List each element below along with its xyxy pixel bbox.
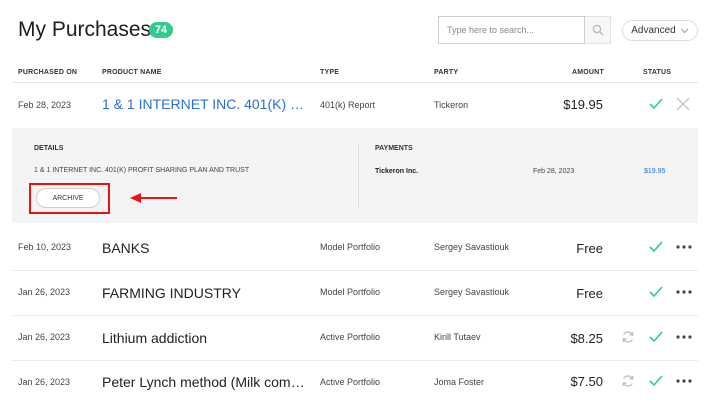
column-header-amount[interactable]: AMOUNT — [572, 69, 604, 76]
advanced-label: Advanced — [631, 25, 676, 36]
column-header-purchased-on[interactable]: PURCHASED ON — [18, 69, 77, 76]
row-date: Jan 26, 2023 — [18, 287, 71, 297]
row-party: Joma Foster — [434, 377, 485, 387]
row-date: Feb 10, 2023 — [18, 242, 72, 252]
row-party: Sergey Savastiouk — [434, 287, 510, 297]
more-options-icon[interactable] — [676, 379, 692, 383]
chevron-down-icon — [680, 28, 689, 33]
row-product-link[interactable]: 1 & 1 INTERNET INC. 401(K) PRO... — [102, 96, 312, 112]
annotation-arrow-icon — [130, 193, 177, 203]
row-type: Model Portfolio — [320, 287, 381, 297]
search-input[interactable] — [438, 16, 585, 44]
row-date: Feb 28, 2023 — [18, 100, 72, 110]
page-title: My Purchases — [18, 18, 152, 41]
search-button[interactable] — [585, 16, 611, 44]
row-amount: $19.95 — [563, 97, 603, 112]
check-icon — [649, 375, 663, 387]
check-icon — [649, 331, 663, 343]
row-party: Kirill Tutaev — [434, 332, 481, 342]
table-row[interactable]: Feb 10, 2023 BANKS Model Portfolio Serge… — [12, 225, 698, 270]
row-product-name[interactable]: Peter Lynch method (Milk compa... — [102, 374, 312, 390]
column-header-type[interactable]: TYPE — [320, 69, 339, 76]
refresh-icon[interactable] — [621, 330, 635, 344]
advanced-filter-button[interactable]: Advanced — [622, 20, 698, 41]
row-party: Sergey Savastiouk — [434, 242, 510, 252]
row-amount: Free — [576, 241, 603, 256]
payment-payee: Tickeron Inc. — [375, 168, 419, 175]
table-row[interactable]: Jan 26, 2023 FARMING INDUSTRY Model Port… — [12, 270, 698, 315]
payment-amount-link[interactable]: $19.95 — [644, 168, 665, 175]
table-row[interactable]: Jan 26, 2023 Peter Lynch method (Milk co… — [12, 360, 698, 405]
payments-label: PAYMENTS — [375, 145, 413, 152]
details-label: DETAILS — [34, 145, 64, 152]
row-product-name[interactable]: BANKS — [102, 240, 312, 256]
column-header-party[interactable]: PARTY — [434, 69, 458, 76]
more-options-icon[interactable] — [676, 245, 692, 249]
purchase-count-badge: 74 — [149, 22, 173, 38]
details-description: 1 & 1 INTERNET INC. 401(K) PROFIT SHARIN… — [34, 167, 250, 174]
refresh-icon[interactable] — [621, 374, 635, 388]
more-options-icon[interactable] — [676, 290, 692, 294]
row-type: Active Portfolio — [320, 332, 381, 342]
close-icon[interactable] — [676, 97, 690, 111]
details-panel: DETAILS 1 & 1 INTERNET INC. 401(K) PROFI… — [12, 128, 698, 223]
column-header-product-name[interactable]: PRODUCT NAME — [102, 69, 162, 76]
row-amount: Free — [576, 286, 603, 301]
row-amount: $8.25 — [570, 331, 603, 346]
payment-date: Feb 28, 2023 — [533, 168, 575, 175]
row-type: Active Portfolio — [320, 377, 381, 387]
row-type: Model Portfolio — [320, 242, 381, 252]
details-divider — [358, 144, 359, 208]
more-options-icon[interactable] — [676, 335, 692, 339]
table-row[interactable]: Jan 26, 2023 Lithium addiction Active Po… — [12, 315, 698, 360]
row-date: Jan 26, 2023 — [18, 332, 71, 342]
annotation-highlight-box — [29, 183, 110, 214]
check-icon — [649, 241, 663, 253]
row-party: Tickeron — [434, 100, 469, 110]
row-date: Jan 26, 2023 — [18, 377, 71, 387]
check-icon — [649, 286, 663, 298]
check-icon — [649, 98, 663, 110]
column-header-status[interactable]: STATUS — [643, 69, 671, 76]
row-amount: $7.50 — [570, 374, 603, 389]
row-type: 401(k) Report — [320, 100, 376, 110]
row-product-name[interactable]: FARMING INDUSTRY — [102, 285, 312, 301]
row-product-name[interactable]: Lithium addiction — [102, 330, 312, 346]
search-icon — [592, 24, 603, 36]
table-row-expanded[interactable]: Feb 28, 2023 1 & 1 INTERNET INC. 401(K) … — [12, 83, 698, 128]
